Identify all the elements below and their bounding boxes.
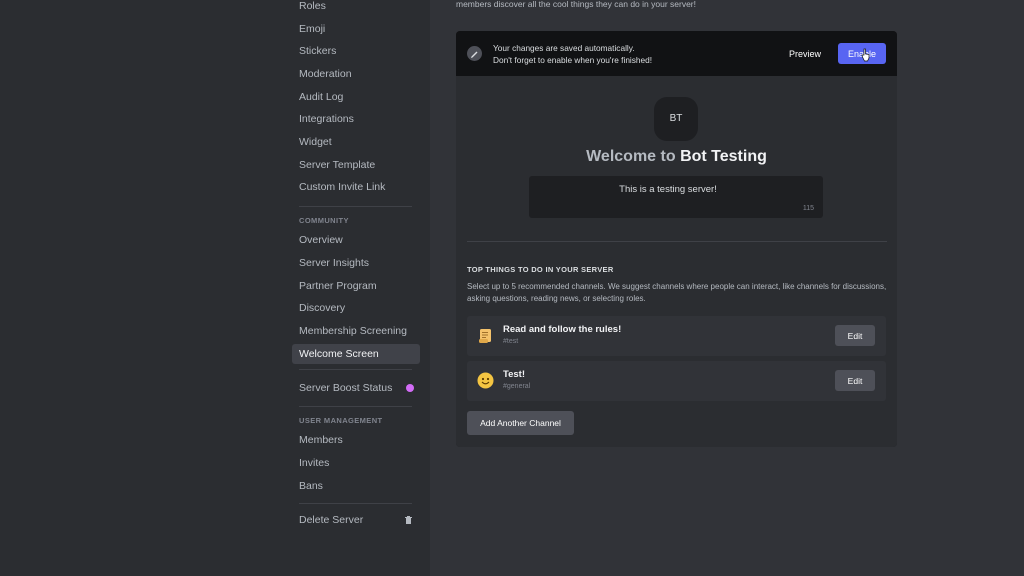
sidebar-item-audit-log[interactable]: Audit Log: [292, 87, 420, 107]
sidebar-item-custom-invite-link[interactable]: Custom Invite Link: [292, 177, 420, 197]
sidebar-item-welcome-screen[interactable]: Welcome Screen: [292, 344, 420, 364]
sidebar-item-integrations[interactable]: Integrations: [292, 109, 420, 129]
sidebar-item-overview[interactable]: Overview: [292, 230, 420, 250]
sidebar-item-moderation[interactable]: Moderation: [292, 64, 420, 84]
sidebar-item-members[interactable]: Members: [292, 430, 420, 450]
sidebar-divider: [299, 503, 412, 504]
sidebar-item-server-template[interactable]: Server Template: [292, 155, 420, 175]
sidebar-item-widget[interactable]: Widget: [292, 132, 420, 152]
sidebar-divider: [299, 206, 412, 207]
sidebar-item-server-insights[interactable]: Server Insights: [292, 253, 420, 273]
sidebar-item-label: Delete Server: [299, 514, 364, 526]
section-divider: [467, 241, 887, 242]
channel-name: #general: [503, 383, 531, 390]
intro-text: members discover all the cool things the…: [456, 0, 697, 9]
sidebar-item-discovery[interactable]: Discovery: [292, 298, 420, 318]
notice-line: Don't forget to enable when you're finis…: [493, 55, 653, 65]
sidebar-item-invites[interactable]: Invites: [292, 453, 420, 473]
sidebar-item-partner-program[interactable]: Partner Program: [292, 276, 420, 296]
welcome-title: Welcome to Bot Testing: [456, 148, 897, 166]
sidebar-header-user-management: USER MANAGEMENT: [299, 416, 383, 425]
edit-channel-button[interactable]: Edit: [835, 370, 875, 391]
sidebar-item-roles[interactable]: Roles: [292, 0, 420, 16]
trash-icon: [405, 516, 412, 524]
main-content: members discover all the cool things the…: [430, 0, 1024, 576]
sidebar-divider: [299, 406, 412, 407]
server-icon: BT: [654, 97, 698, 141]
add-another-channel-button[interactable]: Add Another Channel: [467, 411, 574, 435]
smiley-icon: [477, 372, 494, 389]
server-description-input[interactable]: This is a testing server! 115: [529, 176, 823, 218]
section-description: Select up to 5 recommended channels. We …: [467, 282, 887, 303]
window-left-margin: [0, 0, 290, 576]
sidebar-item-emoji[interactable]: Emoji: [292, 19, 420, 39]
server-description: This is a testing server!: [619, 184, 717, 195]
section-header: TOP THINGS TO DO IN YOUR SERVER: [467, 265, 614, 274]
sidebar-item-bans[interactable]: Bans: [292, 476, 420, 496]
channel-title: Read and follow the rules!: [503, 324, 622, 335]
welcome-screen-card: Your changes are saved automatically. Do…: [456, 31, 897, 447]
notice-line: Your changes are saved automatically.: [493, 43, 635, 53]
boost-gem-icon: [406, 384, 414, 392]
sidebar-item-label: Server Boost Status: [299, 382, 393, 394]
sidebar-divider: [299, 369, 412, 370]
sidebar-item-membership-screening[interactable]: Membership Screening: [292, 321, 420, 341]
notice-text: Your changes are saved automatically. Do…: [493, 42, 652, 66]
sidebar-header-community: COMMUNITY: [299, 216, 349, 225]
settings-sidebar: Roles Emoji Stickers Moderation Audit Lo…: [290, 0, 430, 576]
mouse-pointer-icon: [861, 48, 870, 62]
sidebar-item-stickers[interactable]: Stickers: [292, 41, 420, 61]
edit-channel-button[interactable]: Edit: [835, 325, 875, 346]
welcome-preview: BT Welcome to Bot Testing This is a test…: [456, 76, 897, 447]
server-name: Bot Testing: [680, 148, 767, 165]
sidebar-item-delete-server[interactable]: Delete Server: [292, 510, 420, 530]
sidebar-item-server-boost-status[interactable]: Server Boost Status: [292, 378, 420, 398]
preview-button[interactable]: Preview: [780, 43, 830, 64]
scroll-icon: [479, 329, 491, 343]
channel-name: #test: [503, 338, 519, 345]
welcome-prefix: Welcome to: [586, 148, 676, 165]
channel-title: Test!: [503, 369, 525, 380]
character-count: 115: [802, 205, 814, 212]
autosave-notice: Your changes are saved automatically. Do…: [456, 31, 897, 76]
recommended-channel-row: Read and follow the rules! #test Edit: [467, 316, 886, 356]
pencil-icon: [467, 46, 482, 61]
recommended-channel-row: Test! #general Edit: [467, 361, 886, 401]
